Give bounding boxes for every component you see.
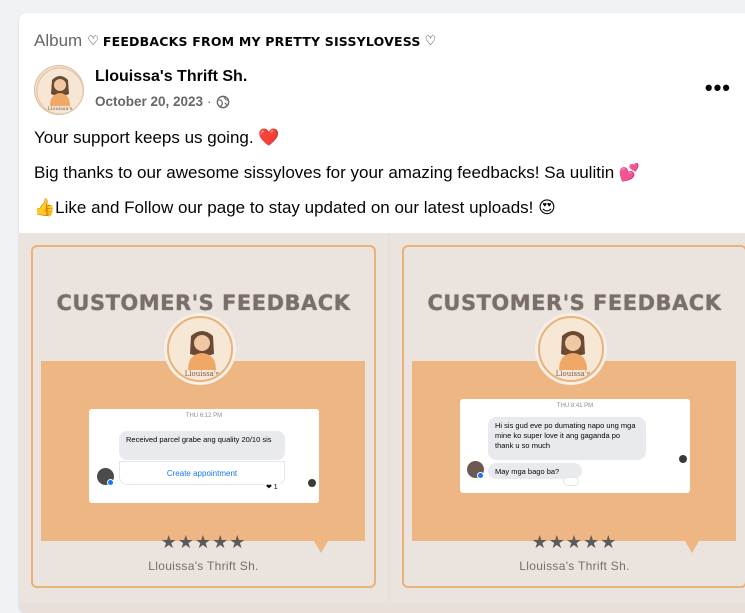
brand-caption: Llouissa's Thrift Sh.	[519, 559, 630, 573]
album-title[interactable]: FEEDBACKS FROM MY PRETTY SISSYLOVESS	[103, 34, 421, 49]
svg-text:Llouissa's: Llouissa's	[48, 106, 73, 112]
album-header: Album ♡ FEEDBACKS FROM MY PRETTY SISSYLO…	[34, 31, 436, 51]
post-date-link[interactable]: October 20, 2023	[95, 94, 203, 109]
brand-caption: Llouissa's Thrift Sh.	[148, 559, 259, 573]
post-card: Album ♡ FEEDBACKS FROM MY PRETTY SISSYLO…	[19, 13, 745, 613]
page-name-link[interactable]: Llouissa's Thrift Sh.	[95, 68, 247, 86]
globe-icon[interactable]	[216, 95, 230, 109]
shop-logo: Llouissa's	[167, 316, 233, 382]
seen-avatar	[679, 455, 687, 463]
chat-timestamp: THU 8:41 PM	[556, 403, 594, 409]
svg-text:Llouissa's: Llouissa's	[185, 370, 220, 378]
post-text-line: Your support keeps us going. ❤️	[34, 128, 279, 148]
heart-outline-icon: ♡	[424, 33, 437, 48]
shop-logo: Llouissa's	[538, 316, 604, 382]
photo-grid: CUSTOMER'S FEEDBACK Llouissa's THU 6:12 …	[19, 233, 745, 613]
star-rating: ★★★★★	[531, 532, 618, 552]
heart-outline-icon: ♡	[87, 33, 99, 48]
post-text: Big thanks to our awesome sissyloves for…	[34, 163, 619, 182]
chat-timestamp: THU 6:12 PM	[185, 413, 223, 419]
chat-bubble: Hi sis gud eve po dumating napo ung mga …	[488, 417, 646, 460]
messenger-badge-icon	[477, 472, 484, 479]
more-options-button[interactable]: •••	[705, 75, 731, 101]
post-text-line: Big thanks to our awesome sissyloves for…	[34, 163, 640, 183]
messenger-badge-icon	[107, 479, 114, 486]
post-text: Like and Follow our page to stay updated…	[55, 198, 539, 217]
post-text-line: 👍Like and Follow our page to stay update…	[34, 198, 556, 218]
post-text: Your support keeps us going.	[34, 128, 259, 147]
feedback-photo[interactable]: CUSTOMER'S FEEDBACK Llouissa's THU 6:12 …	[19, 233, 388, 603]
post-meta: October 20, 2023 ·	[95, 94, 230, 109]
thumbs-up-icon: 👍	[34, 198, 56, 218]
page-avatar[interactable]: Llouissa's	[34, 65, 84, 115]
heart-reaction: ❤ 1	[264, 483, 280, 491]
red-heart-icon: ❤️	[258, 128, 280, 148]
star-rating: ★★★★★	[160, 532, 247, 552]
two-hearts-icon: 💕	[618, 163, 641, 183]
feedback-heading: CUSTOMER'S FEEDBACK	[56, 291, 351, 315]
feedback-photo[interactable]: CUSTOMER'S FEEDBACK Llouissa's THU 8:41 …	[390, 233, 745, 603]
album-link[interactable]: Album	[34, 31, 82, 51]
feedback-heading: CUSTOMER'S FEEDBACK	[427, 291, 722, 315]
seen-avatar	[308, 479, 316, 487]
heart-eyes-icon: 😍	[538, 198, 556, 218]
chat-bubble: Received parcel grabe ang quality 20/10 …	[119, 431, 285, 460]
svg-text:Llouissa's: Llouissa's	[556, 370, 591, 378]
reaction-pill	[563, 477, 579, 486]
chat-screenshot: THU 6:12 PM Received parcel grabe ang qu…	[89, 409, 319, 503]
create-appointment-button[interactable]: Create appointment	[119, 469, 285, 478]
chat-screenshot: THU 8:41 PM Hi sis gud eve po dumating n…	[460, 399, 690, 493]
meta-separator: ·	[207, 94, 212, 109]
